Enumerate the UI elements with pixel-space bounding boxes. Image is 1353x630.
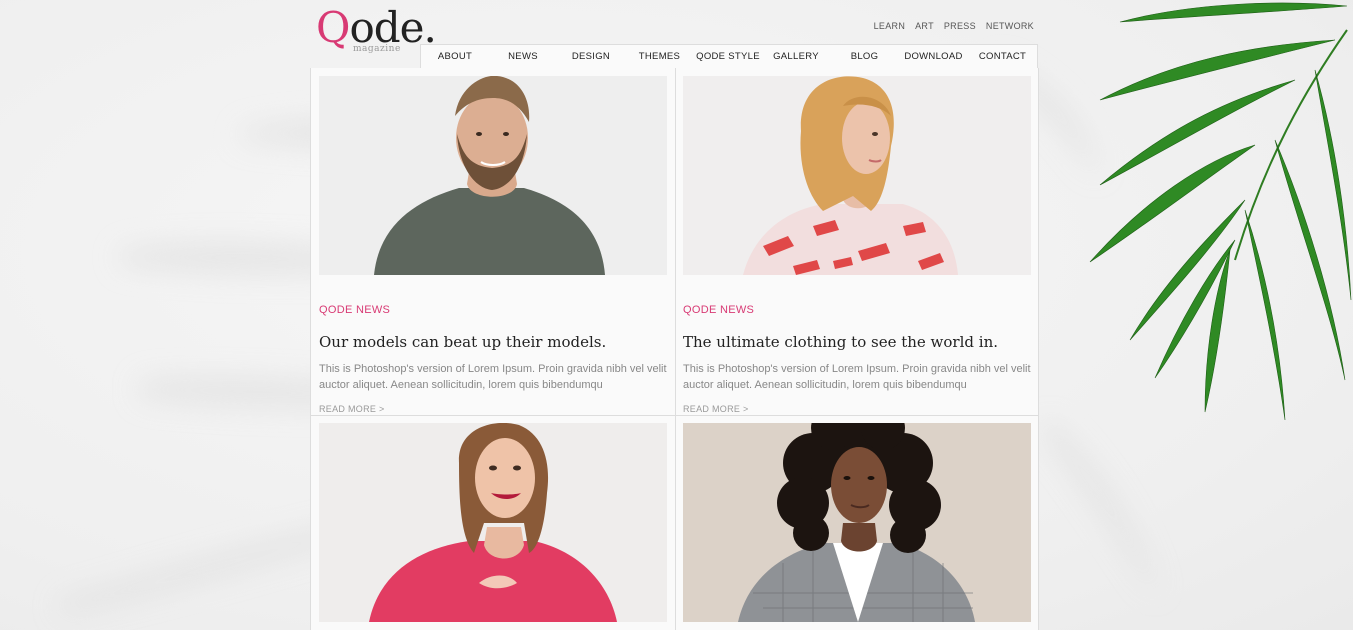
nav-item-about[interactable]: ABOUT [421, 51, 489, 62]
main-navigation: ABOUT NEWS DESIGN THEMES QODE STYLE GALL… [420, 44, 1038, 68]
nav-item-news[interactable]: NEWS [489, 51, 557, 62]
top-link-press[interactable]: PRESS [944, 21, 976, 31]
logo-letter-q: Q [316, 3, 350, 52]
post-image-woman-red-top[interactable] [319, 423, 667, 622]
post-grid: QODE NEWS Our models can beat up their m… [310, 68, 1039, 630]
post-card: QODE NEWS Our models can beat up their m… [319, 76, 667, 414]
top-link-network[interactable]: NETWORK [986, 21, 1034, 31]
post-excerpt: This is Photoshop's version of Lorem Ips… [319, 363, 667, 391]
top-links: LEARN ART PRESS NETWORK [874, 21, 1034, 31]
post-title[interactable]: The ultimate clothing to see the world i… [683, 333, 1031, 351]
post-category[interactable]: QODE NEWS [319, 304, 390, 316]
nav-item-design[interactable]: DESIGN [557, 51, 625, 62]
nav-item-qode-style[interactable]: QODE STYLE [694, 51, 762, 62]
grid-divider-horizontal [311, 415, 1038, 416]
post-image-man[interactable] [319, 76, 667, 275]
post-image-woman-blonde[interactable] [683, 76, 1031, 275]
site-logo[interactable]: Qode. magazine [316, 3, 437, 58]
nav-item-gallery[interactable]: GALLERY [762, 51, 830, 62]
top-link-art[interactable]: ART [915, 21, 934, 31]
nav-item-themes[interactable]: THEMES [625, 51, 694, 62]
nav-item-contact[interactable]: CONTACT [968, 51, 1037, 62]
nav-item-blog[interactable]: BLOG [830, 51, 899, 62]
read-more-link[interactable]: READ MORE > [319, 404, 385, 414]
top-link-learn[interactable]: LEARN [874, 21, 906, 31]
post-title[interactable]: Our models can beat up their models. [319, 333, 667, 351]
grid-divider-vertical [675, 68, 676, 630]
read-more-link[interactable]: READ MORE > [683, 404, 749, 414]
page: Qode. magazine LEARN ART PRESS NETWORK A… [0, 0, 1353, 630]
post-card [319, 423, 667, 622]
post-excerpt: This is Photoshop's version of Lorem Ips… [683, 363, 1031, 391]
post-card: QODE NEWS The ultimate clothing to see t… [683, 76, 1031, 414]
post-category[interactable]: QODE NEWS [683, 304, 754, 316]
post-image-woman-curly[interactable] [683, 423, 1031, 622]
post-card [683, 423, 1031, 622]
nav-item-download[interactable]: DOWNLOAD [899, 51, 968, 62]
logo-subtitle: magazine [353, 44, 401, 54]
palm-leaf-decoration [1089, 2, 1352, 421]
